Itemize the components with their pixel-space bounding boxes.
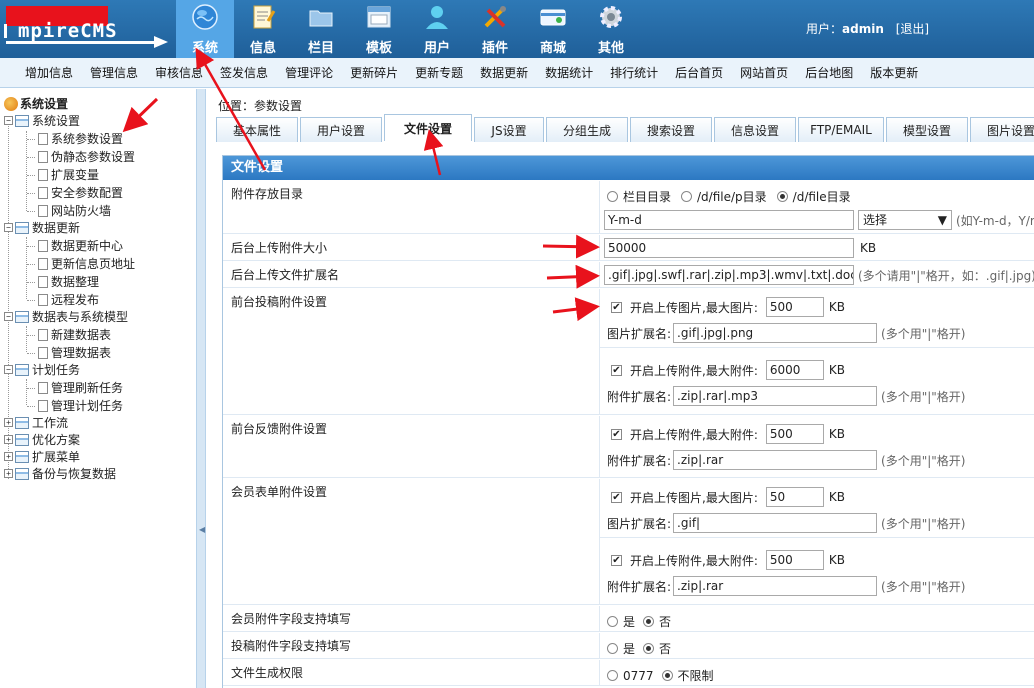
- annotation-arrow: [423, 129, 444, 176]
- annotation-arrow: [546, 264, 600, 289]
- annotation-arrow: [195, 47, 267, 171]
- annotation-arrow: [542, 234, 600, 259]
- annotation-arrows: [122, 47, 600, 322]
- annotation-arrow: [552, 297, 600, 322]
- annotation-arrow: [122, 97, 159, 133]
